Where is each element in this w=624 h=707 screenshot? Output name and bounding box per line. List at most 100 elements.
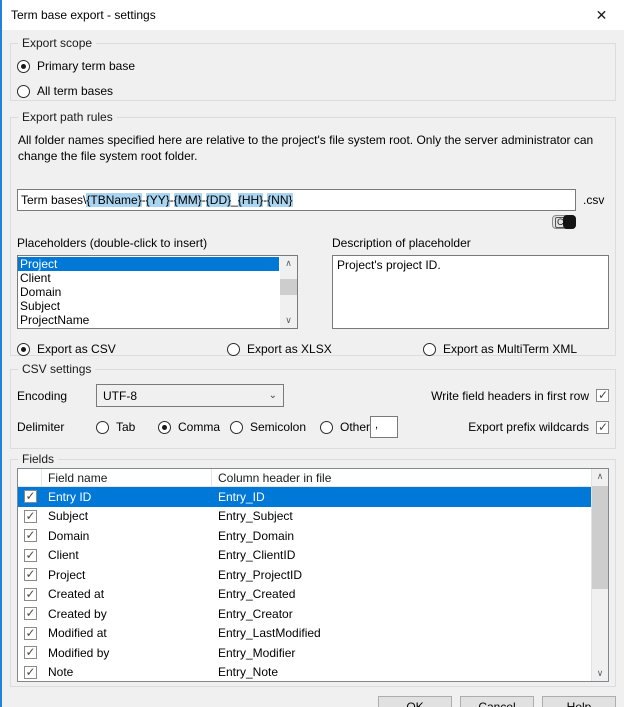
field-name-cell: Created at [42,587,212,601]
term-base-export-dialog: Term base export - settings ✕ Export sco… [0,0,624,707]
table-scrollbar[interactable]: ∧ ∨ [591,469,608,681]
toggle-thumb [563,215,576,229]
radio-export-csv[interactable]: Export as CSV [17,339,227,359]
row-checkbox[interactable] [24,490,37,503]
radio-icon [96,421,109,434]
table-row[interactable]: Note Entry_Note [18,663,608,683]
export-path-rules-group: Export path rules All folder names speci… [10,117,616,356]
column-header-cell: Entry_Domain [212,529,591,543]
other-delimiter-input[interactable]: , [370,416,398,438]
list-item[interactable]: Domain [18,285,279,299]
scroll-up-icon[interactable]: ∧ [592,469,609,484]
radio-label: Semicolon [250,420,306,434]
table-row[interactable]: Project Entry_ProjectID [18,565,608,585]
row-checkbox[interactable] [24,607,37,620]
column-header-cell: Entry_ClientID [212,548,591,562]
close-button[interactable]: ✕ [579,0,624,30]
radio-label: Export as XLSX [247,342,332,356]
radio-delimiter-other[interactable]: Other [320,420,370,434]
field-name-cell: Project [42,568,212,582]
placeholders-label: Placeholders (double-click to insert) [17,236,298,252]
fields-label: Fields [18,452,58,467]
encoding-label: Encoding [17,389,96,403]
scroll-up-icon[interactable]: ∧ [280,256,297,271]
field-name-cell: Entry ID [42,490,212,504]
title-bar: Term base export - settings ✕ [2,0,624,30]
csv-settings-label: CSV settings [18,362,95,377]
scroll-down-icon[interactable]: ∨ [592,666,609,681]
radio-primary-term-base[interactable]: Primary term base [17,56,609,76]
export-path-rules-label: Export path rules [18,110,117,125]
table-header: Field name Column header in file [18,469,608,487]
field-name-cell: Subject [42,509,212,523]
column-header-cell: Entry_Subject [212,509,591,523]
table-row[interactable]: Created by Entry_Creator [18,604,608,624]
prefix-wildcards-checkbox[interactable] [596,421,609,434]
placeholders-listbox[interactable]: Project Client Domain Subject ProjectNam… [17,255,298,329]
column-header-cell: Entry_ProjectID [212,568,591,582]
radio-icon [17,60,30,73]
case-toggle[interactable]: C [552,215,576,229]
row-checkbox[interactable] [24,549,37,562]
column-header-cell: Entry_Creator [212,607,591,621]
scrollbar-thumb[interactable] [280,279,297,295]
delimiter-label: Delimiter [17,420,96,434]
row-checkbox[interactable] [24,588,37,601]
export-path-input[interactable]: Term bases\{TBName}-{YY}-{MM}-{DD}_{HH}-… [17,189,576,211]
write-headers-label: Write field headers in first row [431,389,589,403]
row-checkbox[interactable] [24,568,37,581]
field-name-cell: Note [42,665,212,679]
path-token: {HH} [238,193,263,207]
help-button[interactable]: Help [542,696,616,707]
file-extension-label: .csv [583,193,609,207]
table-row[interactable]: Modified at Entry_LastModified [18,624,608,644]
column-header-cell: Entry_Created [212,587,591,601]
table-row[interactable]: Created at Entry_Created [18,585,608,605]
radio-export-xlsx[interactable]: Export as XLSX [227,339,423,359]
list-item[interactable]: Subject [18,299,279,313]
cancel-button[interactable]: Cancel [460,696,534,707]
encoding-value: UTF-8 [103,389,137,403]
table-row[interactable]: Client Entry_ClientID [18,546,608,566]
list-item[interactable]: ProjectName [18,313,279,327]
radio-delimiter-semicolon[interactable]: Semicolon [230,420,320,434]
export-scope-label: Export scope [18,36,96,51]
field-name-cell: Domain [42,529,212,543]
field-name-cell: Client [42,548,212,562]
radio-all-term-bases[interactable]: All term bases [17,81,609,101]
column-header-cell: Entry_Note [212,665,591,679]
scrollbar-thumb[interactable] [592,486,609,589]
row-checkbox[interactable] [24,666,37,679]
radio-label: Export as MultiTerm XML [443,342,577,356]
table-row[interactable]: Subject Entry_Subject [18,507,608,527]
radio-export-multiterm-xml[interactable]: Export as MultiTerm XML [423,339,609,359]
path-segment: _ [231,193,238,207]
close-icon: ✕ [596,7,608,24]
export-scope-group: Export scope Primary term base All term … [10,43,616,101]
path-token: {NN} [267,193,292,207]
row-checkbox[interactable] [24,510,37,523]
row-checkbox[interactable] [24,529,37,542]
footer: OK Cancel Help [2,687,624,707]
table-row[interactable]: Domain Entry_Domain [18,526,608,546]
column-header-column-header: Column header in file [212,469,591,486]
row-checkbox[interactable] [24,646,37,659]
radio-delimiter-tab[interactable]: Tab [96,420,158,434]
write-headers-checkbox[interactable] [596,389,609,402]
field-name-cell: Created by [42,607,212,621]
radio-icon [423,343,436,356]
radio-delimiter-comma[interactable]: Comma [158,420,230,434]
row-checkbox[interactable] [24,627,37,640]
radio-label: Export as CSV [37,342,116,356]
listbox-scrollbar[interactable]: ∧ ∨ [280,256,297,328]
encoding-dropdown[interactable]: UTF-8 ⌄ [96,384,284,407]
list-item[interactable]: Client [18,271,279,285]
scroll-down-icon[interactable]: ∨ [280,313,297,328]
path-token: {TBName} [86,193,141,207]
list-item[interactable]: Project [18,257,279,271]
path-token: {DD} [206,193,231,207]
column-header-cell: Entry_LastModified [212,626,591,640]
table-row[interactable]: Modified by Entry_Modifier [18,643,608,663]
table-row[interactable]: Entry ID Entry_ID [18,487,608,507]
ok-button[interactable]: OK [378,696,452,707]
